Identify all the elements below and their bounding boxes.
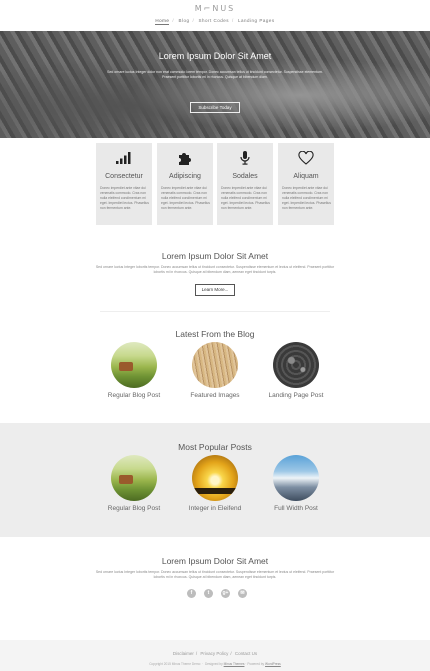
social-links: f t g+ ✉ <box>187 589 247 598</box>
footer-links: Disclaimer / Privacy Policy / Contact Us <box>172 651 258 656</box>
feature-text: Donec imperdiet ante vitae dui venenatis… <box>282 186 332 210</box>
nav-short-codes[interactable]: Short Codes <box>199 18 230 23</box>
outro-text: Sed ornare luctus Integer lobortis tempo… <box>95 570 335 579</box>
feature-box: Sodales Donec imperdiet ante vitae dui v… <box>217 143 273 225</box>
post-caption[interactable]: Regular Blog Post <box>94 505 174 512</box>
hero-overlay <box>0 31 430 138</box>
feature-text: Donec imperdiet ante vitae dui venenatis… <box>100 186 150 210</box>
feature-title: Sodales <box>232 173 258 180</box>
microphone-icon <box>217 151 273 165</box>
post-caption[interactable]: Integer in Eleifend <box>175 505 255 512</box>
footer-link-contact[interactable]: Contact Us <box>235 651 257 656</box>
feature-text: Donec imperdiet ante vitae dui venenatis… <box>221 186 271 210</box>
feature-box: Aliquam Donec imperdiet ante vitae dui v… <box>278 143 334 225</box>
intro-text: Sed ornare luctus Integer lobortis tempo… <box>95 265 335 274</box>
intro-title: Lorem Ipsum Dolor Sit Amet <box>161 251 269 261</box>
outro-title: Lorem Ipsum Dolor Sit Amet <box>161 556 269 566</box>
email-icon[interactable]: ✉ <box>238 589 247 598</box>
post-thumbnail[interactable] <box>192 455 238 501</box>
twitter-icon[interactable]: t <box>204 589 213 598</box>
blog-post[interactable]: Featured Images <box>175 342 255 399</box>
section-divider <box>100 311 330 312</box>
hero-text: Sed ornare luctus Integer dolor non erat… <box>107 70 323 79</box>
hero-title: Lorem Ipsum Dolor Sit Amet <box>158 51 272 61</box>
post-thumbnail[interactable] <box>111 342 157 388</box>
footer-copyright: Copyright 2015 Minus Theme Demo · Design… <box>149 662 281 666</box>
feature-text: Donec imperdiet ante vitae dui venenatis… <box>161 186 211 210</box>
feature-boxes: Consectetur Donec imperdiet ante vitae d… <box>96 143 334 225</box>
post-thumbnail[interactable] <box>273 342 319 388</box>
feature-box: Adipiscing Donec imperdiet ante vitae du… <box>157 143 213 225</box>
feature-title: Aliquam <box>293 173 319 180</box>
popular-post[interactable]: Integer in Eleifend <box>175 455 255 512</box>
popular-post[interactable]: Full Width Post <box>256 455 336 512</box>
nav-home[interactable]: Home <box>155 18 170 25</box>
site-logo[interactable]: M⌐NUS <box>0 4 430 13</box>
post-caption[interactable]: Featured Images <box>175 392 255 399</box>
nav-blog[interactable]: Blog <box>178 18 189 23</box>
signal-bars-icon <box>96 151 152 165</box>
designed-by-label: Designed by <box>204 662 223 666</box>
main-nav: Home / Blog / Short Codes / Landing Pages <box>155 18 275 25</box>
site-footer: Disclaimer / Privacy Policy / Contact Us C… <box>0 640 430 671</box>
post-thumbnail[interactable] <box>192 342 238 388</box>
powered-by-label: Powered by <box>247 662 265 666</box>
post-caption[interactable]: Regular Blog Post <box>94 392 174 399</box>
blog-post[interactable]: Landing Page Post <box>256 342 336 399</box>
feature-box: Consectetur Donec imperdiet ante vitae d… <box>96 143 152 225</box>
learn-more-button[interactable]: Learn More... <box>195 284 235 296</box>
heart-icon <box>278 151 334 165</box>
hero-banner: Lorem Ipsum Dolor Sit Amet Sed ornare lu… <box>0 31 430 138</box>
blog-title: Latest From the Blog <box>175 329 255 339</box>
facebook-icon[interactable]: f <box>187 589 196 598</box>
footer-link-privacy[interactable]: Privacy Policy <box>200 651 228 656</box>
puzzle-icon <box>157 151 213 165</box>
subscribe-button[interactable]: Subscribe Today <box>190 102 240 113</box>
post-thumbnail[interactable] <box>111 455 157 501</box>
copyright-text: Copyright 2015 Minus Theme Demo <box>149 662 201 666</box>
post-thumbnail[interactable] <box>273 455 319 501</box>
popular-post[interactable]: Regular Blog Post <box>94 455 174 512</box>
footer-link-disclaimer[interactable]: Disclaimer <box>173 651 194 656</box>
popular-title: Most Popular Posts <box>178 442 252 452</box>
blog-post[interactable]: Regular Blog Post <box>94 342 174 399</box>
post-caption[interactable]: Full Width Post <box>256 505 336 512</box>
nav-landing-pages[interactable]: Landing Pages <box>238 18 275 23</box>
google-plus-icon[interactable]: g+ <box>221 589 230 598</box>
site-header: M⌐NUS Home / Blog / Short Codes / Landing P… <box>0 0 430 31</box>
feature-title: Adipiscing <box>169 173 201 180</box>
feature-title: Consectetur <box>105 173 143 180</box>
post-caption[interactable]: Landing Page Post <box>256 392 336 399</box>
platform-link[interactable]: WordPress <box>265 662 281 666</box>
designer-link[interactable]: Minus Themes <box>224 662 245 666</box>
